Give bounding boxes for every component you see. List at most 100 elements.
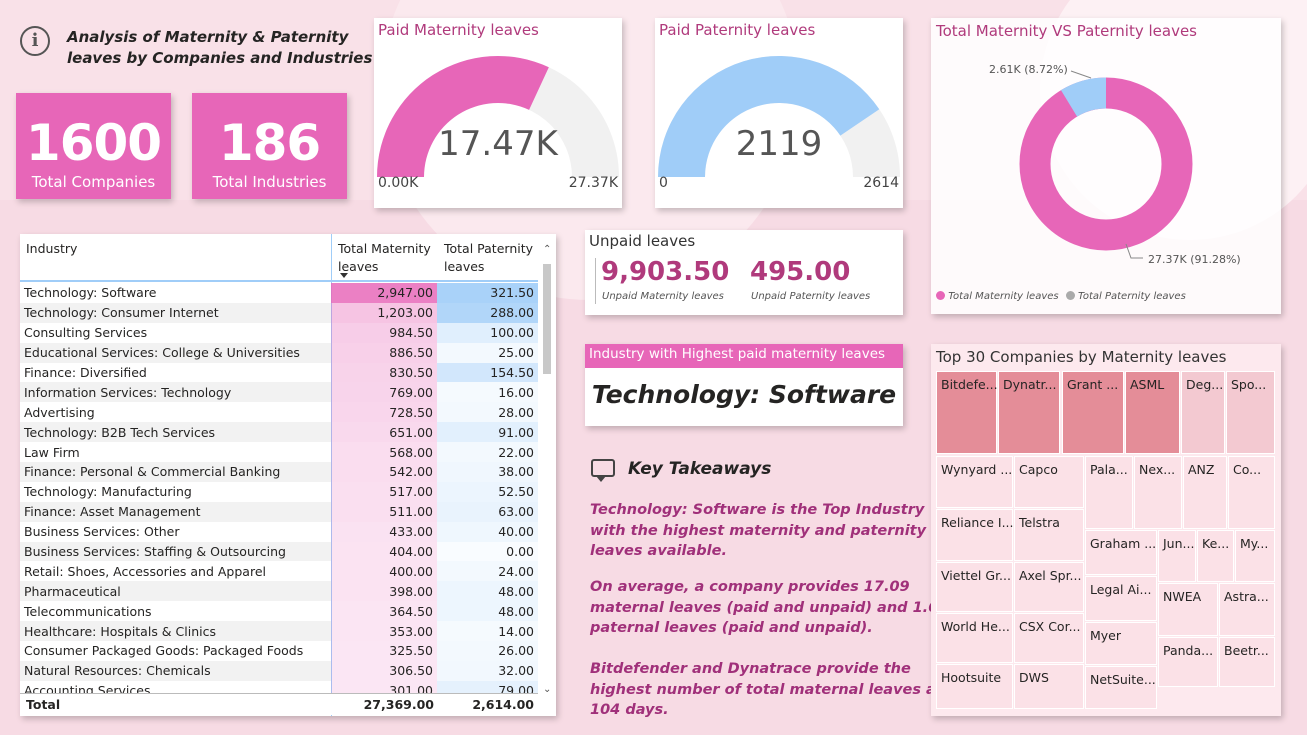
table-row[interactable]: Consumer Packaged Goods: Packaged Foods 3… <box>20 641 538 661</box>
treemap-tile-label: ASML <box>1130 377 1165 392</box>
treemap-tile[interactable]: CSX Cor... <box>1014 613 1084 663</box>
table-row[interactable]: Technology: Software 2,947.00 321.50 <box>20 283 538 303</box>
treemap-tile[interactable]: Ke... <box>1197 530 1234 582</box>
treemap-tile[interactable]: Hootsuite <box>936 664 1013 709</box>
treemap-tile-label: My... <box>1240 536 1269 551</box>
scroll-down-icon[interactable]: ⌄ <box>543 684 551 695</box>
table-row[interactable]: Business Services: Other 433.00 40.00 <box>20 521 538 542</box>
treemap-tile[interactable]: Nex... <box>1134 456 1182 529</box>
total-paternity: 2,614.00 <box>472 697 534 712</box>
treemap-tile[interactable]: Telstra <box>1014 509 1084 561</box>
gauge-value: 2119 <box>735 124 823 164</box>
kpi-value: 186 <box>218 114 321 172</box>
industry-table[interactable]: Industry Total Maternity leaves Total Pat… <box>20 234 556 716</box>
table-row[interactable]: Pharmaceutical 398.00 48.00 <box>20 581 538 602</box>
unpaid-title: Unpaid leaves <box>589 232 696 250</box>
gauge-card-maternity[interactable]: Paid Maternity leaves 17.47K 0.00K 27.37… <box>374 18 622 208</box>
treemap-tile[interactable]: Myer <box>1085 622 1157 665</box>
paternity-cell: 100.00 <box>437 322 538 343</box>
treemap-tile[interactable]: Beetr... <box>1219 637 1275 687</box>
kpi-value: 1600 <box>25 114 162 172</box>
treemap-tile[interactable]: Axel Spr... <box>1014 562 1084 612</box>
treemap-tile[interactable]: Wynyard ... <box>936 456 1013 508</box>
paternity-cell: 52.50 <box>437 481 538 502</box>
maternity-cell: 886.50 <box>331 342 437 363</box>
table-row[interactable]: Telecommunications 364.50 48.00 <box>20 601 538 622</box>
table-row[interactable]: Finance: Asset Management 511.00 63.00 <box>20 501 538 522</box>
treemap-tile[interactable]: Dynatr... <box>998 371 1060 454</box>
info-icon[interactable]: i <box>20 26 50 56</box>
donut-card[interactable]: Total Maternity VS Paternity leaves 2.61… <box>931 18 1281 314</box>
table-row[interactable]: Healthcare: Hospitals & Clinics 353.00 14.… <box>20 621 538 642</box>
treemap-tile[interactable]: Capco <box>1014 456 1084 508</box>
table-row[interactable]: Technology: B2B Tech Services 651.00 91.00 <box>20 422 538 443</box>
table-row[interactable]: Information Services: Technology 769.00 16… <box>20 382 538 403</box>
table-row[interactable]: Law Firm 568.00 22.00 <box>20 442 538 463</box>
treemap-tile[interactable]: ASML <box>1125 371 1180 454</box>
treemap-tile[interactable]: Jun... <box>1158 530 1196 582</box>
maternity-cell: 2,947.00 <box>331 283 437 303</box>
treemap-tile[interactable]: My... <box>1235 530 1275 582</box>
gauge-max: 2614 <box>863 175 899 191</box>
scroll-up-icon[interactable]: ⌃ <box>543 244 551 255</box>
treemap-tile[interactable]: Deg... <box>1181 371 1225 454</box>
header-divider <box>20 280 538 282</box>
treemap-tile[interactable]: Pala... <box>1085 456 1133 529</box>
table-rows: Technology: Software 2,947.00 321.50 Techno… <box>20 283 538 701</box>
treemap-tile[interactable]: Panda... <box>1158 637 1218 687</box>
table-row[interactable]: Retail: Shoes, Accessories and Apparel 40… <box>20 561 538 582</box>
kpi-total-companies: 1600 Total Companies <box>16 93 171 199</box>
table-row[interactable]: Advertising 728.50 28.00 <box>20 402 538 423</box>
table-row[interactable]: Technology: Manufacturing 517.00 52.50 <box>20 481 538 502</box>
treemap-tile[interactable]: NetSuite... <box>1085 666 1157 709</box>
legend-item-paternity[interactable]: Total Paternity leaves <box>1078 291 1186 302</box>
col-header-maternity[interactable]: Total Maternity leaves <box>338 240 431 276</box>
treemap-tile[interactable]: NWEA <box>1158 583 1218 636</box>
legend-item-maternity[interactable]: Total Maternity leaves <box>948 291 1058 302</box>
treemap-tile[interactable]: Spo... <box>1226 371 1275 454</box>
treemap-tile[interactable]: Bitdefe... <box>936 371 998 454</box>
treemap-tile[interactable]: Graham ... <box>1085 530 1157 575</box>
table-row[interactable]: Educational Services: College & Universi… <box>20 342 538 363</box>
treemap-tile-label: Grant ... <box>1067 377 1119 392</box>
treemap-tile[interactable]: Grant ... <box>1062 371 1124 454</box>
treemap-tile-label: Graham ... <box>1090 536 1157 551</box>
scrollbar[interactable]: ⌃ ⌄ <box>541 238 553 708</box>
industry-cell: Educational Services: College & Universi… <box>20 342 331 363</box>
treemap-tile[interactable]: Astra... <box>1219 583 1275 636</box>
unpaid-maternity-value: 9,903.50 <box>601 257 730 287</box>
paternity-cell: 14.00 <box>437 621 538 642</box>
treemap-tile[interactable]: DWS <box>1014 664 1084 709</box>
kpi-label: Total Companies <box>31 173 156 191</box>
treemap-tile[interactable]: ANZ <box>1183 456 1227 529</box>
gauge-card-paternity[interactable]: Paid Paternity leaves 2119 0 2614 <box>655 18 903 208</box>
table-row[interactable]: Natural Resources: Chemicals 306.50 32.00 <box>20 660 538 681</box>
paternity-cell: 32.00 <box>437 660 538 681</box>
treemap-tile[interactable]: Reliance I... <box>936 509 1014 561</box>
table-row[interactable]: Technology: Consumer Internet 1,203.00 288… <box>20 302 538 323</box>
highest-value: Technology: Software <box>591 380 897 409</box>
treemap-tile-label: CSX Cor... <box>1019 619 1081 634</box>
takeaway-1: Technology: Software is the Top Industry… <box>590 502 927 559</box>
table-row[interactable]: Business Services: Staffing & Outsourcin… <box>20 541 538 562</box>
unpaid-paternity-value: 495.00 <box>750 257 851 287</box>
maternity-cell: 830.50 <box>331 362 437 383</box>
sort-desc-icon[interactable] <box>340 273 348 278</box>
treemap-tile[interactable]: Legal Ai... <box>1085 576 1157 621</box>
treemap-tile[interactable]: Co... <box>1228 456 1275 529</box>
industry-cell: Telecommunications <box>20 601 331 622</box>
gauge-min: 0 <box>659 175 668 191</box>
col-header-industry[interactable]: Industry <box>26 240 77 258</box>
industry-cell: Pharmaceutical <box>20 581 331 602</box>
col-header-paternity[interactable]: Total Paternity leaves <box>444 240 533 276</box>
industry-cell: Information Services: Technology <box>20 382 331 403</box>
treemap-tile-label: Viettel Gr... <box>941 568 1011 583</box>
treemap-tile[interactable]: World He... <box>936 613 1013 663</box>
scroll-thumb[interactable] <box>543 264 551 374</box>
maternity-cell: 984.50 <box>331 322 437 343</box>
treemap-card[interactable]: Top 30 Companies by Maternity leaves Bit… <box>931 344 1281 716</box>
table-row[interactable]: Finance: Personal & Commercial Banking 54… <box>20 462 538 482</box>
treemap-tile[interactable]: Viettel Gr... <box>936 562 1013 612</box>
table-row[interactable]: Consulting Services 984.50 100.00 <box>20 322 538 343</box>
table-row[interactable]: Finance: Diversified 830.50 154.50 <box>20 362 538 383</box>
